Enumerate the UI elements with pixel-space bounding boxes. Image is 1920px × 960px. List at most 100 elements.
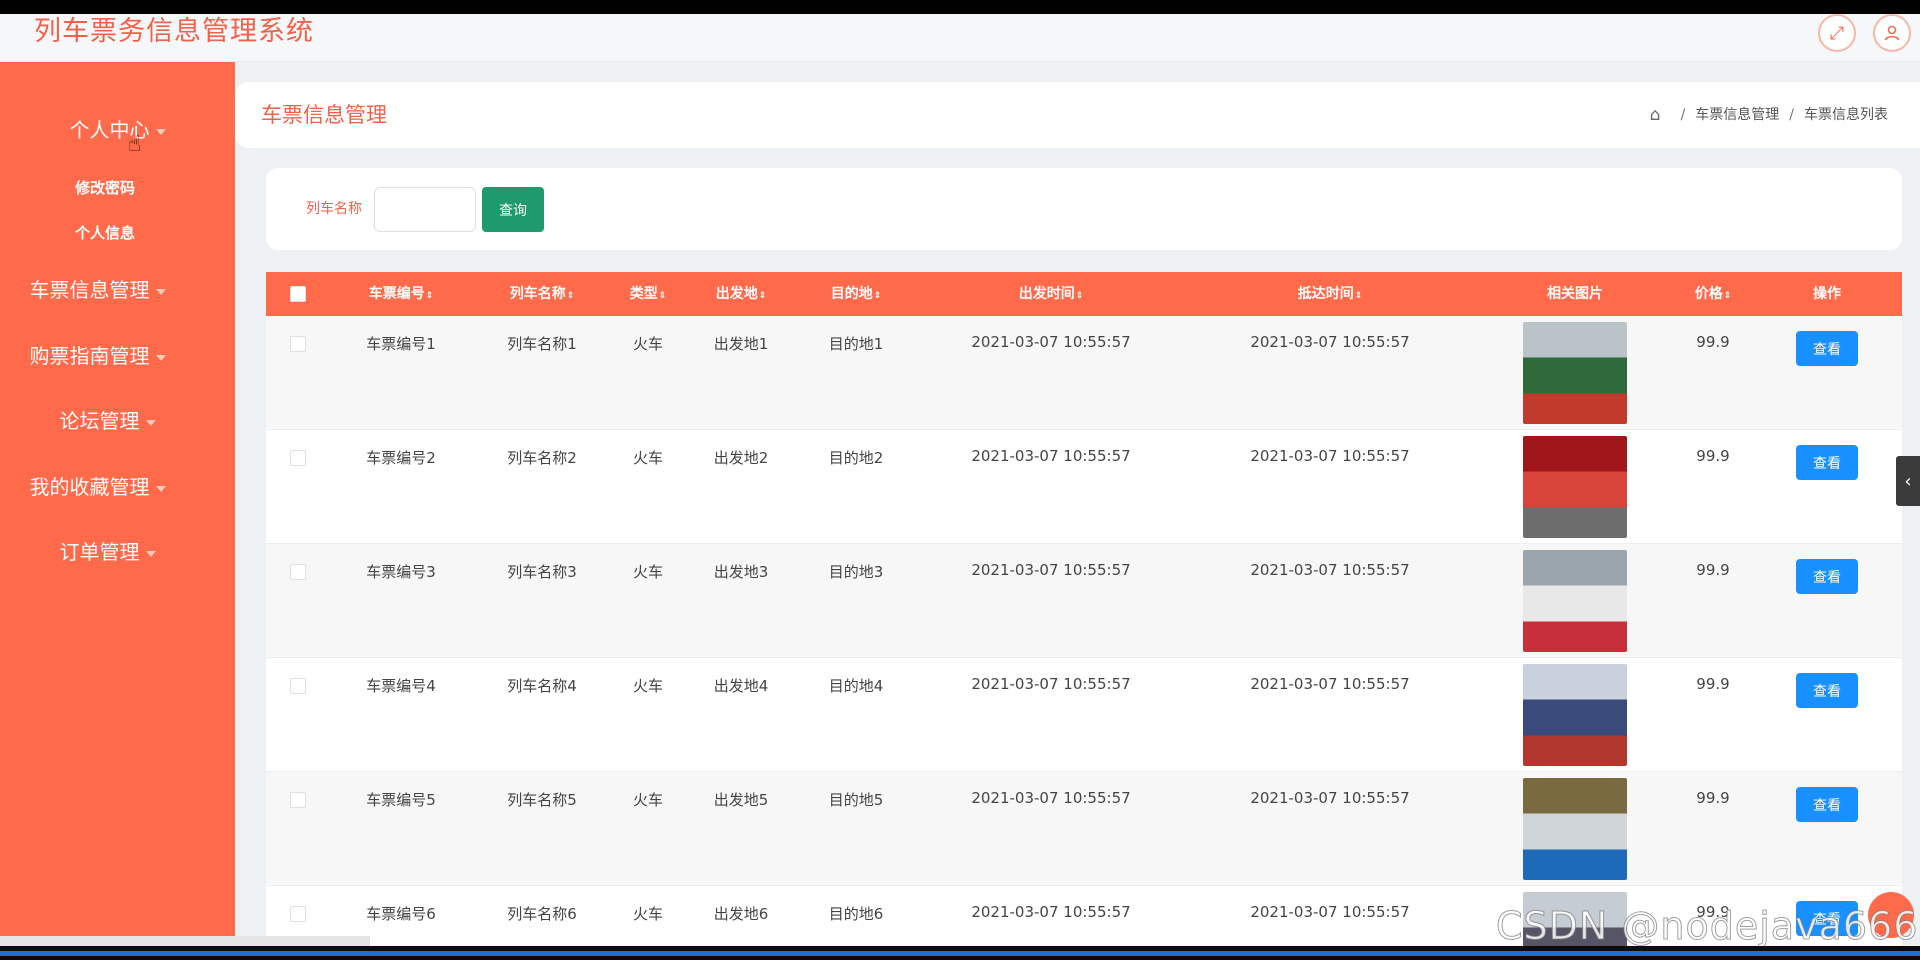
sidebar-item-purchase-guide[interactable]: 购票指南管理 xyxy=(0,340,215,369)
cell-to: 目的地1 xyxy=(828,335,884,353)
cell-arrive: 2021-03-07 10:55:57 xyxy=(1250,447,1410,465)
row-checkbox[interactable] xyxy=(290,450,306,466)
view-button[interactable]: 查看 xyxy=(1796,673,1858,708)
cell-type: 火车 xyxy=(632,905,664,923)
view-button[interactable]: 查看 xyxy=(1796,445,1858,480)
sidebar-item-label: 订单管理 xyxy=(59,540,140,564)
view-button[interactable]: 查看 xyxy=(1796,559,1858,594)
column-header-to[interactable]: 目的地⇕ xyxy=(831,272,882,318)
train-thumbnail[interactable] xyxy=(1523,436,1627,538)
sort-icon: ⇕ xyxy=(425,291,434,301)
sort-icon: ⇕ xyxy=(658,291,667,301)
column-header-arrive-time[interactable]: 抵达时间⇕ xyxy=(1298,272,1363,318)
row-checkbox[interactable] xyxy=(290,906,306,922)
cell-type: 火车 xyxy=(632,449,664,467)
cell-ticket-no: 车票编号2 xyxy=(366,449,436,467)
taskbar-strip xyxy=(0,946,1920,960)
cell-train-name: 列车名称1 xyxy=(507,335,577,353)
cell-train-name: 列车名称6 xyxy=(507,905,577,923)
cell-to: 目的地6 xyxy=(828,905,884,923)
cell-from: 出发地1 xyxy=(713,335,769,353)
cell-from: 出发地3 xyxy=(713,563,769,581)
column-header-from[interactable]: 出发地⇕ xyxy=(716,272,767,318)
column-header-type[interactable]: 类型⇕ xyxy=(630,272,667,318)
user-menu-button[interactable] xyxy=(1873,14,1911,52)
row-checkbox[interactable] xyxy=(290,678,306,694)
sidebar-item-favorites[interactable]: 我的收藏管理 xyxy=(0,471,215,500)
cell-to: 目的地4 xyxy=(828,677,884,695)
table-row: 车票编号3 列车名称3 火车 出发地3 目的地3 2021-03-07 10:55:57 2… xyxy=(266,544,1902,658)
view-button[interactable]: 查看 xyxy=(1796,331,1858,366)
breadcrumb-item-current: 车票信息列表 xyxy=(1804,107,1888,123)
column-header-actions: 操作 xyxy=(1813,286,1841,302)
cell-ticket-no: 车票编号3 xyxy=(366,563,436,581)
sidebar-item-ticket-info[interactable]: 车票信息管理 xyxy=(0,274,215,303)
cell-ticket-no: 车票编号1 xyxy=(366,335,436,353)
chevron-down-icon xyxy=(145,550,156,557)
sidebar-item-label: 车票信息管理 xyxy=(29,278,150,302)
chevron-left-icon: ‹ xyxy=(1904,470,1912,492)
mouse-cursor-icon: ☝ xyxy=(128,132,142,157)
sidebar-item-label: 论坛管理 xyxy=(59,409,140,433)
breadcrumb-separator: / xyxy=(1789,107,1794,123)
cell-from: 出发地6 xyxy=(713,905,769,923)
chevron-down-icon xyxy=(155,354,166,361)
sidebar-subitem-personal-info[interactable]: 个人信息 xyxy=(0,222,210,243)
column-header-depart-time[interactable]: 出发时间⇕ xyxy=(1019,272,1084,318)
sidebar-subitem-change-password[interactable]: 修改密码 xyxy=(0,177,210,198)
sidebar-item-forum[interactable]: 论坛管理 xyxy=(0,405,225,434)
cell-price: 99.9 xyxy=(1696,561,1730,579)
column-header-ticket-no[interactable]: 车票编号⇕ xyxy=(369,272,434,318)
column-header-train-name[interactable]: 列车名称⇕ xyxy=(510,272,575,318)
column-header-image: 相关图片 xyxy=(1547,286,1603,302)
column-header-price[interactable]: 价格⇕ xyxy=(1695,272,1732,318)
row-checkbox[interactable] xyxy=(290,564,306,580)
search-button[interactable]: 查询 xyxy=(482,187,544,232)
sidebar: 个人中心 修改密码 个人信息 车票信息管理 购票指南管理 论坛管理 我的收藏管理… xyxy=(0,62,235,946)
train-name-search-input[interactable] xyxy=(374,187,476,232)
cell-train-name: 列车名称3 xyxy=(507,563,577,581)
page-title: 车票信息管理 xyxy=(261,103,387,127)
cell-ticket-no: 车票编号4 xyxy=(366,677,436,695)
cell-depart: 2021-03-07 10:55:57 xyxy=(971,789,1131,807)
sort-icon: ⇕ xyxy=(1075,291,1084,301)
row-checkbox[interactable] xyxy=(290,336,306,352)
collapse-panel-button[interactable]: ‹ xyxy=(1896,456,1920,506)
app-window: 列车票务信息管理系统 ⤢ 个人中心 修改密码 个人信息 车票信息管理 购票指南管… xyxy=(0,14,1920,946)
cell-to: 目的地5 xyxy=(828,791,884,809)
sort-icon: ⇕ xyxy=(1723,291,1732,301)
sidebar-item-orders[interactable]: 订单管理 xyxy=(0,536,225,565)
cell-to: 目的地2 xyxy=(828,449,884,467)
fullscreen-button[interactable]: ⤢ xyxy=(1818,14,1856,52)
view-button[interactable]: 查看 xyxy=(1796,787,1858,822)
train-thumbnail[interactable] xyxy=(1523,664,1627,766)
train-thumbnail[interactable] xyxy=(1523,550,1627,652)
cell-arrive: 2021-03-07 10:55:57 xyxy=(1250,675,1410,693)
row-checkbox[interactable] xyxy=(290,792,306,808)
status-bar xyxy=(0,936,370,946)
cell-price: 99.9 xyxy=(1696,447,1730,465)
sidebar-item-personal-center[interactable]: 个人中心 xyxy=(0,114,235,143)
cell-type: 火车 xyxy=(632,563,664,581)
cell-price: 99.9 xyxy=(1696,675,1730,693)
cell-type: 火车 xyxy=(632,335,664,353)
train-thumbnail[interactable] xyxy=(1523,322,1627,424)
page-header: 车票信息管理 ⌂ / 车票信息管理 / 车票信息列表 xyxy=(235,82,1920,148)
cell-ticket-no: 车票编号5 xyxy=(366,791,436,809)
select-all-checkbox[interactable] xyxy=(290,286,306,302)
table-row: 车票编号2 列车名称2 火车 出发地2 目的地2 2021-03-07 10:55:57 2… xyxy=(266,430,1902,544)
chevron-down-icon xyxy=(155,485,166,492)
search-panel: 列车名称 查询 xyxy=(266,168,1902,250)
cell-type: 火车 xyxy=(632,791,664,809)
train-thumbnail[interactable] xyxy=(1523,778,1627,880)
cell-price: 99.9 xyxy=(1696,333,1730,351)
chevron-down-icon xyxy=(145,419,156,426)
app-title: 列车票务信息管理系统 xyxy=(34,16,314,47)
table-row: 车票编号4 列车名称4 火车 出发地4 目的地4 2021-03-07 10:55:57 2… xyxy=(266,658,1902,772)
cell-train-name: 列车名称4 xyxy=(507,677,577,695)
home-icon[interactable]: ⌂ xyxy=(1650,82,1661,148)
cell-price: 99.9 xyxy=(1696,789,1730,807)
cell-type: 火车 xyxy=(632,677,664,695)
sort-icon: ⇕ xyxy=(566,291,575,301)
breadcrumb-item[interactable]: 车票信息管理 xyxy=(1695,82,1779,148)
